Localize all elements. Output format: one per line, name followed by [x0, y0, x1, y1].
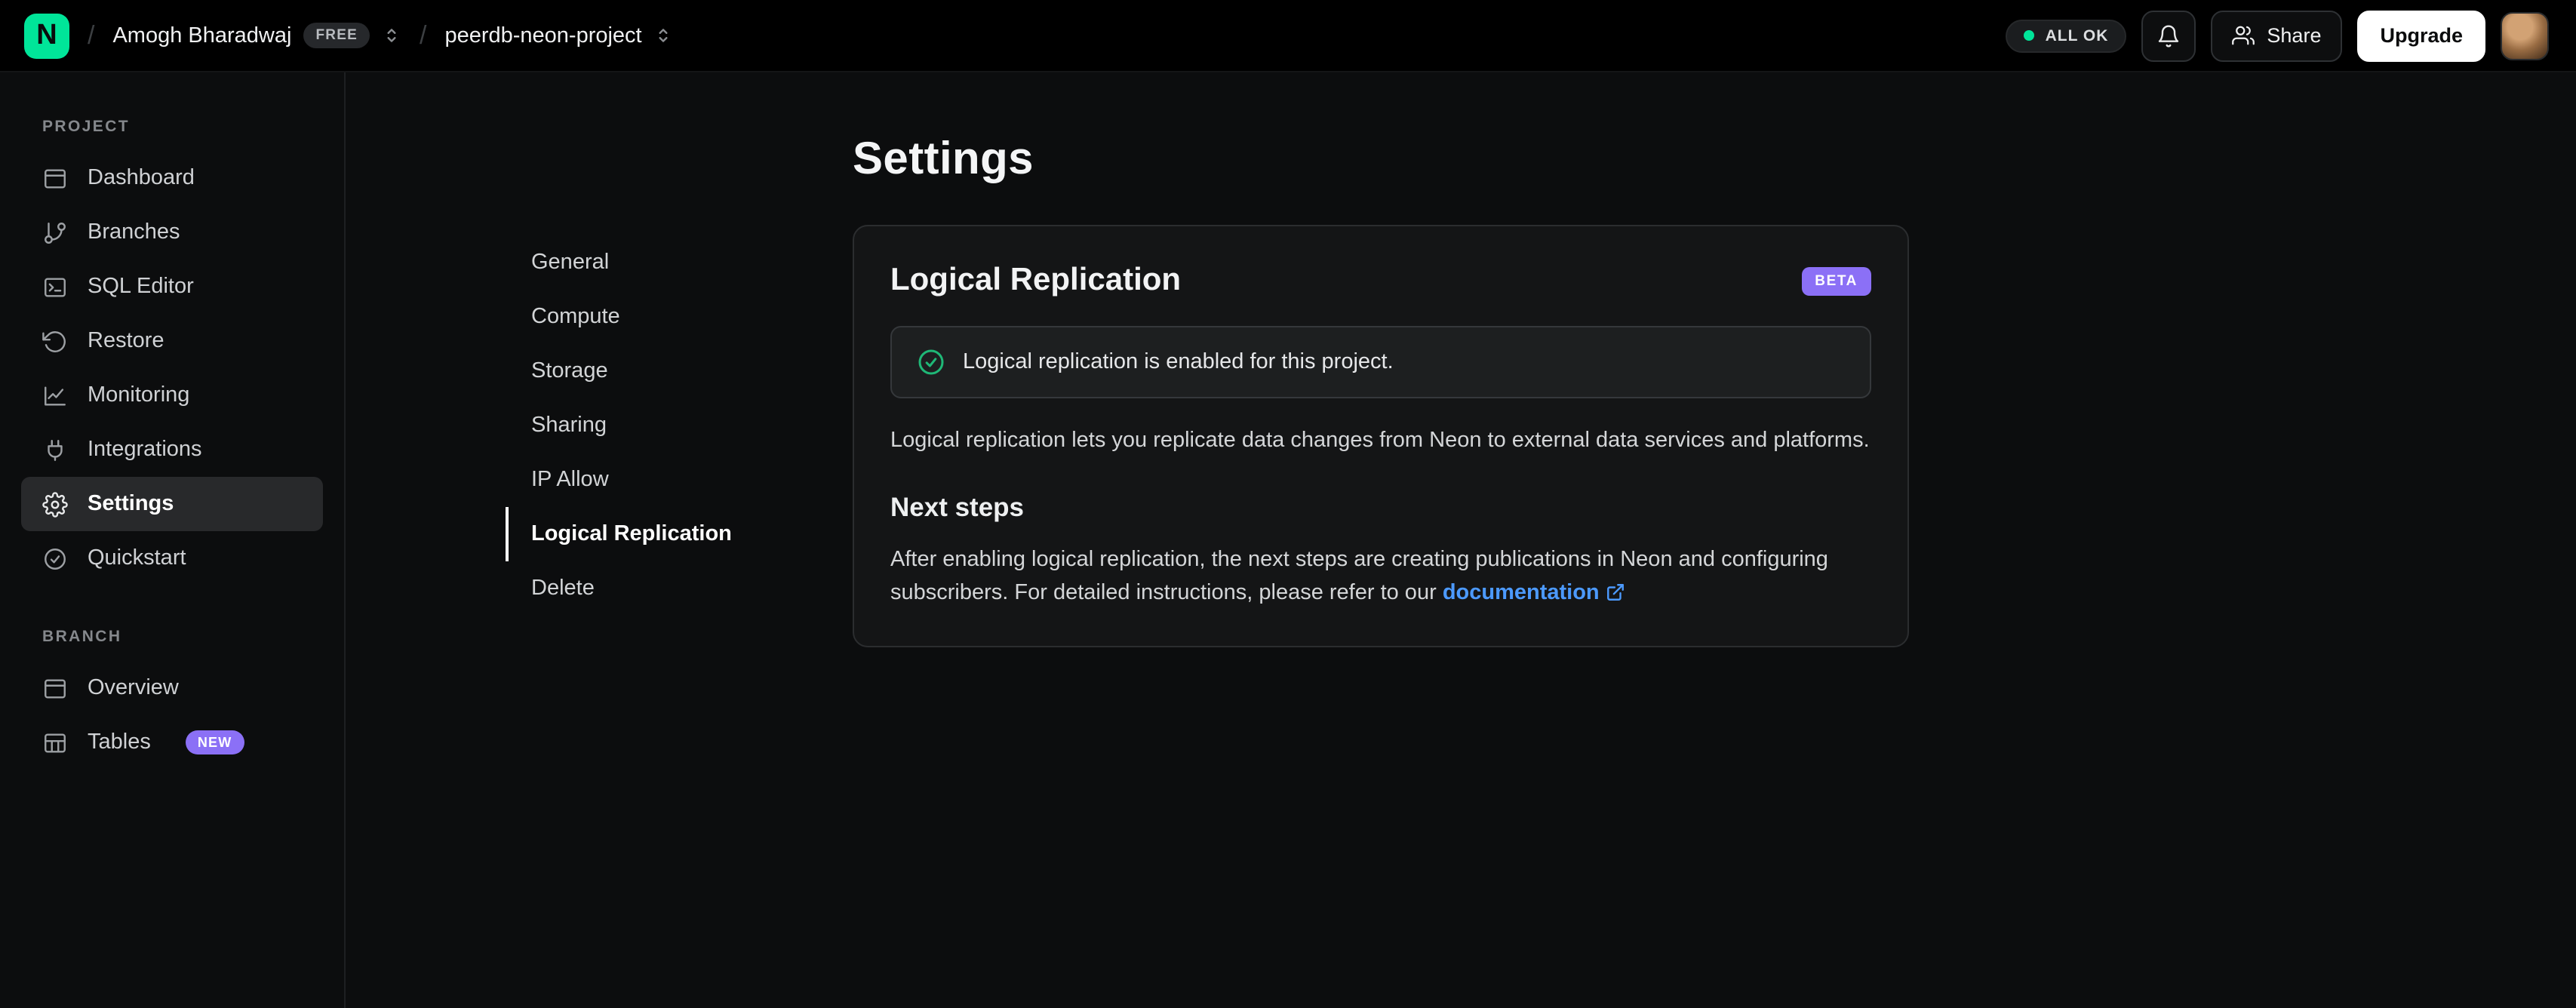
settings-nav-label: Logical Replication — [531, 522, 732, 546]
user-avatar[interactable] — [2501, 11, 2549, 60]
sidebar-section-project: PROJECT — [42, 118, 130, 136]
sidebar-item-restore[interactable]: Restore — [21, 314, 323, 368]
settings-nav-label: Sharing — [531, 413, 607, 438]
settings-nav-storage[interactable]: Storage — [506, 344, 853, 398]
sidebar-item-monitoring[interactable]: Monitoring — [21, 368, 323, 423]
org-selector-icon[interactable] — [382, 26, 401, 45]
settings-nav-label: Storage — [531, 359, 608, 383]
integrations-icon — [42, 437, 68, 463]
settings-nav: General Compute Storage Sharing IP Allow… — [506, 72, 853, 1008]
beta-badge: BETA — [1801, 266, 1871, 295]
settings-nav-label: Delete — [531, 576, 595, 601]
sidebar-item-branches[interactable]: Branches — [21, 205, 323, 260]
new-badge: NEW — [185, 730, 244, 754]
notifications-button[interactable] — [2141, 10, 2196, 61]
dashboard-icon — [42, 165, 68, 191]
settings-nav-label: IP Allow — [531, 468, 609, 492]
breadcrumb-separator: / — [88, 20, 95, 49]
card-description: Logical replication lets you replicate d… — [890, 429, 1870, 453]
main-column: Settings Logical Replication BETA Logica… — [853, 72, 1909, 1008]
content-area: General Compute Storage Sharing IP Allow… — [346, 72, 2576, 1008]
settings-nav-label: Compute — [531, 305, 620, 329]
org-name: Amogh Bharadwaj — [112, 23, 292, 48]
status-label: ALL OK — [2045, 26, 2109, 45]
sql-editor-icon — [42, 274, 68, 300]
sidebar-item-dashboard[interactable]: Dashboard — [21, 151, 323, 205]
card-title: Logical Replication — [890, 263, 1182, 297]
upgrade-label: Upgrade — [2380, 24, 2463, 47]
git-branch-icon — [42, 220, 68, 245]
users-icon — [2232, 24, 2255, 47]
sidebar-item-label: Settings — [88, 492, 174, 516]
share-button[interactable]: Share — [2211, 10, 2343, 61]
logical-replication-card: Logical Replication BETA Logical replica… — [853, 225, 1909, 648]
sidebar-item-label: Integrations — [88, 438, 202, 462]
check-circle-icon — [916, 347, 946, 377]
neon-logo[interactable]: N — [24, 13, 69, 58]
sidebar-item-settings[interactable]: Settings — [21, 477, 323, 531]
check-circle-icon — [42, 545, 68, 571]
breadcrumb-org[interactable]: Amogh Bharadwaj FREE — [112, 23, 401, 48]
success-alert: Logical replication is enabled for this … — [890, 326, 1871, 398]
documentation-link[interactable]: documentation — [1443, 580, 1600, 604]
app-window: N / Amogh Bharadwaj FREE / peerdb-neon-p… — [0, 0, 2576, 1008]
next-steps-text-before: After enabling logical replication, the … — [890, 547, 1828, 605]
status-dot-icon — [2024, 30, 2035, 41]
sidebar-item-label: Branches — [88, 220, 180, 244]
sidebar-item-label: SQL Editor — [88, 275, 194, 299]
card-header: Logical Replication BETA — [890, 263, 1871, 299]
sidebar-item-label: Dashboard — [88, 166, 195, 190]
plan-badge: FREE — [303, 23, 370, 48]
topbar-actions: ALL OK Share Upgrade — [2006, 10, 2549, 61]
next-steps-title: Next steps — [890, 491, 1025, 522]
sidebar-section-branch: BRANCH — [42, 628, 122, 646]
settings-nav-delete[interactable]: Delete — [506, 561, 853, 616]
upgrade-button[interactable]: Upgrade — [2357, 10, 2485, 61]
settings-nav-sharing[interactable]: Sharing — [506, 398, 853, 453]
restore-icon — [42, 328, 68, 354]
settings-nav-general[interactable]: General — [506, 235, 853, 290]
sidebar: PROJECT Dashboard Branches SQL Editor Re… — [0, 72, 346, 1008]
sidebar-item-integrations[interactable]: Integrations — [21, 423, 323, 477]
bell-icon — [2156, 23, 2181, 48]
page-title: Settings — [853, 134, 1034, 184]
project-selector-icon[interactable] — [654, 26, 674, 45]
sidebar-item-label: Quickstart — [88, 546, 186, 570]
settings-nav-label: General — [531, 250, 610, 275]
top-bar: N / Amogh Bharadwaj FREE / peerdb-neon-p… — [0, 0, 2576, 72]
settings-nav-logical-replication[interactable]: Logical Replication — [506, 507, 853, 561]
alert-text: Logical replication is enabled for this … — [963, 350, 1394, 374]
sidebar-item-tables[interactable]: Tables NEW — [21, 715, 323, 770]
breadcrumb-project[interactable]: peerdb-neon-project — [444, 23, 673, 48]
next-steps-text: After enabling logical replication, the … — [890, 545, 1871, 610]
table-icon — [42, 730, 68, 755]
external-link-icon[interactable] — [1606, 582, 1625, 601]
sidebar-section-gap — [21, 585, 323, 628]
overview-icon — [42, 675, 68, 701]
sidebar-item-label: Tables — [88, 730, 151, 754]
settings-nav-ip-allow[interactable]: IP Allow — [506, 453, 853, 507]
app-body: PROJECT Dashboard Branches SQL Editor Re… — [0, 72, 2576, 1008]
sidebar-item-label: Monitoring — [88, 383, 190, 407]
sidebar-item-overview[interactable]: Overview — [21, 661, 323, 715]
sidebar-item-label: Overview — [88, 676, 179, 700]
sidebar-item-sql-editor[interactable]: SQL Editor — [21, 260, 323, 314]
settings-nav-compute[interactable]: Compute — [506, 290, 853, 344]
gear-icon — [42, 491, 68, 517]
sidebar-item-label: Restore — [88, 329, 164, 353]
monitoring-icon — [42, 383, 68, 408]
project-name: peerdb-neon-project — [444, 23, 642, 48]
status-badge[interactable]: ALL OK — [2006, 19, 2127, 52]
neon-logo-letter: N — [36, 19, 57, 51]
sidebar-item-quickstart[interactable]: Quickstart — [21, 531, 323, 585]
share-label: Share — [2267, 24, 2322, 47]
breadcrumb-separator: / — [419, 20, 427, 49]
